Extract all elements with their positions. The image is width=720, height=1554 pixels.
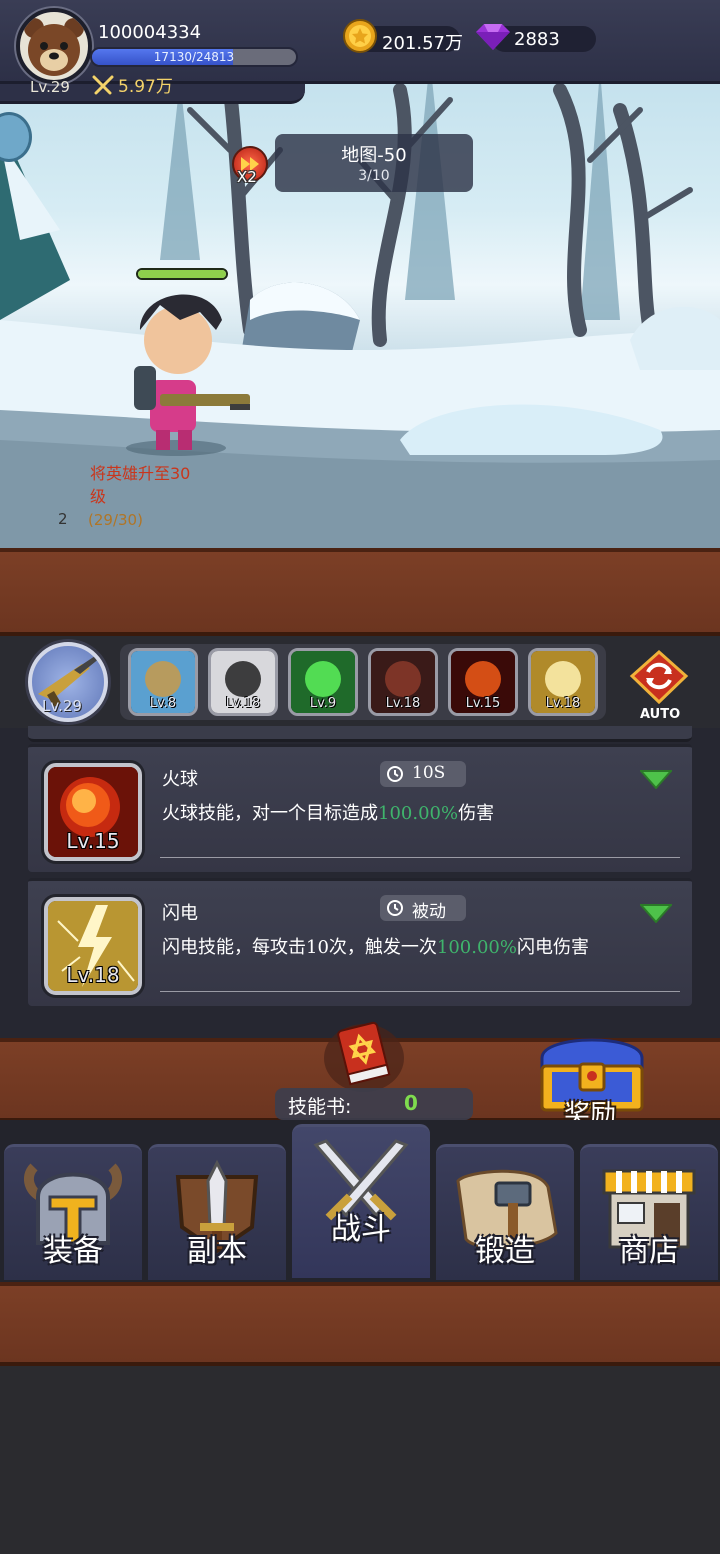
tab-label: 锻造: [475, 1234, 535, 1269]
desc-percent: 100.00%: [436, 937, 517, 958]
skill-book-label: 技能书:: [288, 1096, 352, 1118]
skill-book-value: 0: [404, 1091, 418, 1115]
clock-icon: [387, 900, 403, 916]
crossed-swords-small-icon: [92, 75, 114, 94]
wood-divider: [0, 548, 720, 636]
skill-slot-level: Lv.18: [545, 696, 581, 711]
cooldown-text: 10S: [412, 763, 446, 783]
skill-description: 火球技能，对一个目标造成100.00%伤害: [162, 799, 494, 825]
hero-hp-bar: [136, 268, 228, 280]
desc-text-end: 伤害: [458, 803, 495, 824]
combat-power: 5.97万: [92, 72, 173, 97]
map-name: 地图-50: [341, 145, 407, 166]
desc-text: 闪电技能，每攻击10次，触发一次: [162, 937, 437, 958]
desc-percent: 100.00%: [378, 803, 459, 824]
cooldown-text: 被动: [412, 902, 446, 922]
skill-slot[interactable]: Lv.9: [288, 648, 358, 716]
xp-text: 17130/24813: [153, 50, 235, 64]
tab-label: 商店: [619, 1234, 679, 1269]
skill-slot-level: Lv.15: [465, 696, 501, 711]
quest-reward-count: 2: [58, 510, 68, 528]
list-top-edge: [28, 726, 692, 742]
player-level: Lv.29: [30, 78, 70, 96]
skill-icon-frame: Lv.18: [44, 897, 142, 995]
player-avatar[interactable]: [16, 8, 92, 84]
skill-slot-level: Lv.9: [309, 696, 337, 711]
quest-progress: (29/30): [88, 511, 143, 529]
wood-footer: [0, 1282, 720, 1366]
tab-forge[interactable]: 锻造: [436, 1144, 574, 1280]
skill-level: Lv.18: [66, 963, 120, 987]
skill-slot-level: Lv.18: [385, 696, 421, 711]
tab-label: 战斗: [331, 1212, 391, 1247]
hero-hp-fill: [138, 270, 226, 278]
gold-value: 201.57万: [382, 33, 463, 54]
gold-coin-icon: [343, 19, 377, 53]
tab-dungeon[interactable]: 副本: [148, 1144, 286, 1280]
gem-value: 2883: [514, 29, 560, 50]
expand-chevron-icon[interactable]: [640, 903, 672, 923]
skill-slot-level: Lv.18: [225, 696, 261, 711]
skill-slot[interactable]: Lv.15: [448, 648, 518, 716]
card-divider: [160, 857, 680, 858]
player-id: 100004334: [98, 22, 202, 43]
xp-bar: 17130/24813: [90, 47, 298, 67]
expand-chevron-icon[interactable]: [640, 769, 672, 789]
wave-progress: 3/10: [358, 168, 390, 184]
footer-space: [0, 1366, 720, 1554]
skill-slot-level: Lv.8: [149, 696, 177, 711]
tab-label: 装备: [43, 1234, 103, 1269]
tab-label: 副本: [187, 1234, 247, 1269]
skill-name: 火球: [162, 769, 198, 790]
skill-book-icon[interactable]: [322, 1018, 406, 1094]
weapon-level: Lv.29: [42, 697, 82, 715]
skill-level: Lv.15: [66, 829, 120, 853]
skill-slot[interactable]: Lv.8: [128, 648, 198, 716]
skill-icon-frame: Lv.15: [44, 763, 142, 861]
quest-title: 将英雄升至30级: [90, 464, 191, 506]
skill-card-fireball[interactable]: Lv.15 火球 10S 火球技能，对一个目标造成100.00%伤害: [28, 744, 692, 872]
skill-slot[interactable]: Lv.18: [528, 648, 598, 716]
purple-gem-icon: [476, 24, 510, 50]
bear-avatar-icon: [24, 18, 84, 76]
game-screen: X2 地图-50 3/10 将英雄升至30级 2 (29/30) Lv.29 1…: [0, 0, 720, 1554]
clock-icon: [387, 766, 403, 782]
skill-name: 闪电: [162, 903, 198, 924]
auto-button[interactable]: [628, 650, 690, 706]
skill-card-lightning[interactable]: Lv.18 闪电 被动 闪电技能，每攻击10次，触发一次100.00%闪电伤害: [28, 878, 692, 1006]
tab-equipment[interactable]: 装备: [4, 1144, 142, 1280]
desc-text: 火球技能，对一个目标造成: [162, 803, 378, 824]
combat-power-value: 5.97万: [118, 77, 173, 97]
desc-text-end: 闪电伤害: [517, 937, 589, 958]
speed-label: X2: [237, 168, 257, 186]
skill-slot[interactable]: Lv.18: [368, 648, 438, 716]
tab-battle[interactable]: 战斗: [292, 1124, 430, 1278]
tab-shop[interactable]: 商店: [580, 1144, 718, 1280]
auto-label: AUTO: [640, 707, 681, 722]
skill-description: 闪电技能，每攻击10次，触发一次100.00%闪电伤害: [162, 933, 589, 959]
skill-slot[interactable]: Lv.18: [208, 648, 278, 716]
card-divider: [160, 991, 680, 992]
